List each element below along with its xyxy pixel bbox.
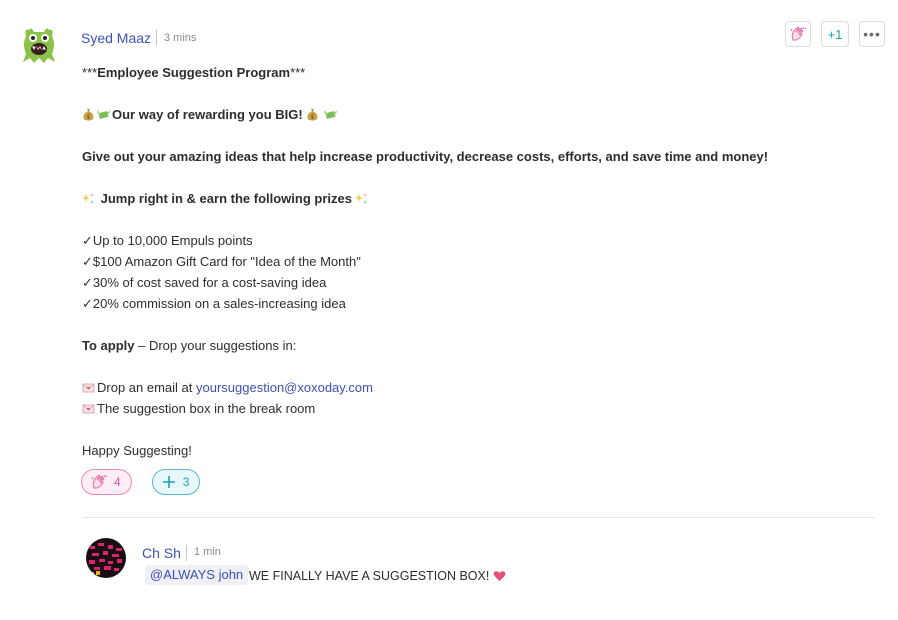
- prize-text: 30% of cost saved for a cost-saving idea: [92, 275, 327, 290]
- reply-text: WE FINALLY HAVE A SUGGESTION BOX!: [249, 567, 506, 585]
- svg-text:$: $: [310, 114, 314, 121]
- email-link[interactable]: yoursuggestion@xoxoday.com: [196, 380, 373, 395]
- text-segment: The suggestion box in the break room: [97, 401, 316, 416]
- text-segment: – Drop your suggestions in:: [134, 338, 297, 353]
- prize-list-item: ✓Up to 10,000 Empuls points: [82, 230, 842, 251]
- text-segment: Drop an email at: [97, 380, 196, 395]
- text-segment: To apply: [82, 338, 135, 353]
- post-line: Jump right in & earn the following prize…: [82, 188, 842, 209]
- clap-icon: [91, 474, 108, 489]
- reply-author-name[interactable]: Ch Sh: [142, 545, 181, 561]
- check-icon: ✓: [82, 296, 93, 311]
- meta-divider: [156, 30, 157, 46]
- meta-divider: [186, 545, 187, 561]
- avatar[interactable]: [86, 538, 126, 578]
- prize-list-item: ✓30% of cost saved for a cost-saving ide…: [82, 272, 842, 293]
- prize-text: $100 Amazon Gift Card for "Idea of the M…: [92, 254, 361, 269]
- money-wings-icon: [96, 106, 111, 119]
- text-segment: ***: [290, 65, 306, 80]
- money-wings-icon: [323, 106, 338, 119]
- prize-list-item: ✓20% commission on a sales-increasing id…: [82, 293, 842, 314]
- clap-reaction-pill[interactable]: 4: [81, 469, 132, 495]
- prize-text: Up to 10,000 Empuls points: [92, 233, 253, 248]
- check-icon: ✓: [82, 233, 93, 248]
- text-segment: Happy Suggesting!: [82, 443, 192, 458]
- post-body: ***Employee Suggestion Program*** $ Our wa…: [82, 62, 842, 461]
- text-segment: Give out your amazing ideas that help in…: [82, 149, 769, 164]
- prize-list-item: ✓$100 Amazon Gift Card for "Idea of the …: [82, 251, 842, 272]
- clap-react-button[interactable]: [785, 21, 811, 47]
- user-mention[interactable]: @ALWAYS john: [145, 565, 249, 585]
- post-line: Happy Suggesting!: [82, 440, 842, 461]
- love-letter-icon: [82, 400, 95, 414]
- post-line: $ Our way of rewarding you BIG! $: [82, 104, 842, 125]
- heart-icon: [493, 571, 506, 581]
- post-time: 3 mins: [164, 32, 197, 44]
- svg-text:$: $: [87, 114, 91, 121]
- check-icon: ✓: [82, 275, 93, 290]
- reply-time: 1 min: [194, 546, 221, 558]
- post-line: The suggestion box in the break room: [82, 398, 842, 419]
- plus-icon: [162, 476, 175, 488]
- post-line: ***Employee Suggestion Program***: [82, 62, 842, 83]
- avatar[interactable]: [22, 26, 56, 64]
- feed-post: Syed Maaz 3 mins +1 ••• ***Employee Sugg…: [0, 0, 898, 620]
- sparkles-icon: [82, 190, 95, 204]
- more-options-button[interactable]: •••: [859, 21, 885, 47]
- reaction-bar: 4 3: [81, 469, 201, 495]
- text-segment: ***: [82, 65, 98, 80]
- post-line: Drop an email at yoursuggestion@xoxoday.…: [82, 377, 842, 398]
- money-bag-icon: $: [306, 106, 319, 121]
- prize-text: 20% commission on a sales-increasing ide…: [92, 296, 346, 311]
- post-line: To apply – Drop your suggestions in:: [82, 335, 842, 356]
- text-segment: Jump right in & earn the following prize…: [97, 191, 352, 206]
- plus-one-button[interactable]: +1: [821, 21, 849, 47]
- comment-divider: [82, 517, 875, 518]
- reply-message: WE FINALLY HAVE A SUGGESTION BOX!: [249, 569, 490, 583]
- text-segment: Employee Suggestion Program: [97, 65, 291, 80]
- clap-icon: [790, 26, 807, 41]
- plus-reaction-pill[interactable]: 3: [151, 469, 201, 495]
- love-letter-icon: [82, 379, 95, 393]
- reaction-count: 3: [182, 475, 190, 489]
- post-line: Give out your amazing ideas that help in…: [82, 146, 842, 167]
- money-bag-icon: $: [82, 106, 95, 121]
- sparkles-icon: [354, 190, 368, 204]
- reaction-count: 4: [114, 475, 121, 489]
- author-name[interactable]: Syed Maaz: [81, 30, 151, 46]
- text-segment: Our way of rewarding you BIG!: [112, 107, 303, 122]
- check-icon: ✓: [82, 254, 93, 269]
- post-actions: +1 •••: [785, 21, 885, 47]
